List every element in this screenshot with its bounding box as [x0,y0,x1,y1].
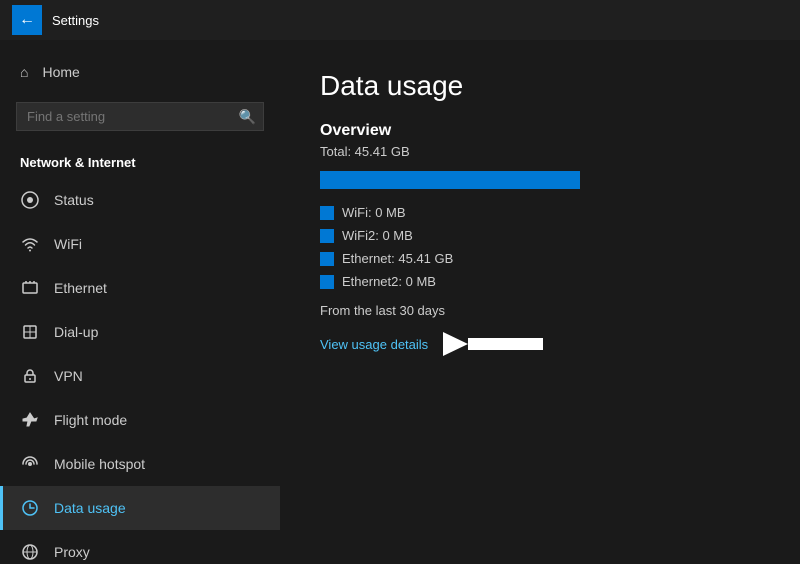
search-box: 🔍 [16,102,264,131]
sidebar-item-label: Dial-up [54,324,98,340]
sidebar-item-ethernet[interactable]: Ethernet [0,266,280,310]
sidebar-item-wifi[interactable]: WiFi [0,222,280,266]
usage-color-ethernet2 [320,275,334,289]
app-title: Settings [52,13,99,28]
usage-item-ethernet2: Ethernet2: 0 MB [320,274,760,289]
sidebar-item-flightmode[interactable]: Flight mode [0,398,280,442]
progress-bar [320,171,580,189]
wifi-icon [20,234,40,254]
mobilehotspot-icon [20,454,40,474]
vpn-icon [20,366,40,386]
sidebar-item-mobilehotspot[interactable]: Mobile hotspot [0,442,280,486]
search-input[interactable] [16,102,264,131]
overview-title: Overview [320,122,760,140]
proxy-icon [20,542,40,562]
from-label: From the last 30 days [320,303,760,318]
arrow-annotation [438,324,558,364]
usage-item-ethernet: Ethernet: 45.41 GB [320,251,760,266]
usage-item-wifi2: WiFi2: 0 MB [320,228,760,243]
sidebar-home-label: Home [42,64,79,80]
sidebar-item-label: WiFi [54,236,82,252]
title-bar: ← Settings [0,0,800,40]
sidebar-item-vpn[interactable]: VPN [0,354,280,398]
sidebar-item-status[interactable]: Status [0,178,280,222]
sidebar-item-proxy[interactable]: Proxy [0,530,280,564]
status-icon [20,190,40,210]
app-container: ⌂ Home 🔍 Network & Internet Status [0,40,800,564]
home-icon: ⌂ [20,64,28,80]
usage-item-wifi: WiFi: 0 MB [320,205,760,220]
overview-total: Total: 45.41 GB [320,144,760,159]
usage-label-wifi2: WiFi2: 0 MB [342,228,413,243]
sidebar: ⌂ Home 🔍 Network & Internet Status [0,40,280,564]
usage-color-wifi [320,206,334,220]
usage-color-wifi2 [320,229,334,243]
view-details-link[interactable]: View usage details [320,337,428,352]
usage-label-ethernet2: Ethernet2: 0 MB [342,274,436,289]
section-header: Network & Internet [0,147,280,178]
sidebar-item-label: Status [54,192,94,208]
usage-color-ethernet [320,252,334,266]
ethernet-icon [20,278,40,298]
arrow-container: View usage details [320,324,760,364]
usage-label-ethernet: Ethernet: 45.41 GB [342,251,453,266]
sidebar-item-dialup[interactable]: Dial-up [0,310,280,354]
overview-section: Overview Total: 45.41 GB WiFi: 0 MB WiFi… [320,122,760,364]
sidebar-item-home[interactable]: ⌂ Home [0,50,280,94]
flightmode-icon [20,410,40,430]
content-area: Data usage Overview Total: 45.41 GB WiFi… [280,40,800,564]
search-icon: 🔍 [239,108,256,125]
sidebar-item-label: VPN [54,368,83,384]
sidebar-item-label: Mobile hotspot [54,456,145,472]
sidebar-item-label: Flight mode [54,412,127,428]
dialup-icon [20,322,40,342]
sidebar-item-label: Ethernet [54,280,107,296]
sidebar-item-label: Proxy [54,544,90,560]
back-button[interactable]: ← [12,5,42,35]
sidebar-item-datausage[interactable]: Data usage [0,486,280,530]
usage-label-wifi: WiFi: 0 MB [342,205,406,220]
progress-bar-fill [320,171,580,189]
datausage-icon [20,498,40,518]
page-title: Data usage [320,70,760,102]
sidebar-item-label: Data usage [54,500,126,516]
